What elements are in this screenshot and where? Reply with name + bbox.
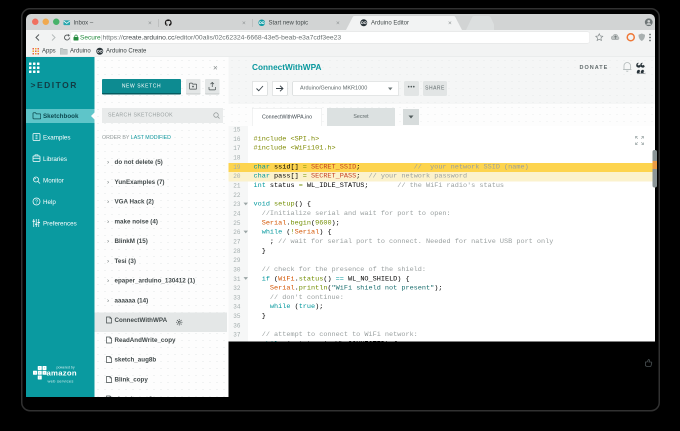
svg-text:?: ? <box>35 199 38 205</box>
